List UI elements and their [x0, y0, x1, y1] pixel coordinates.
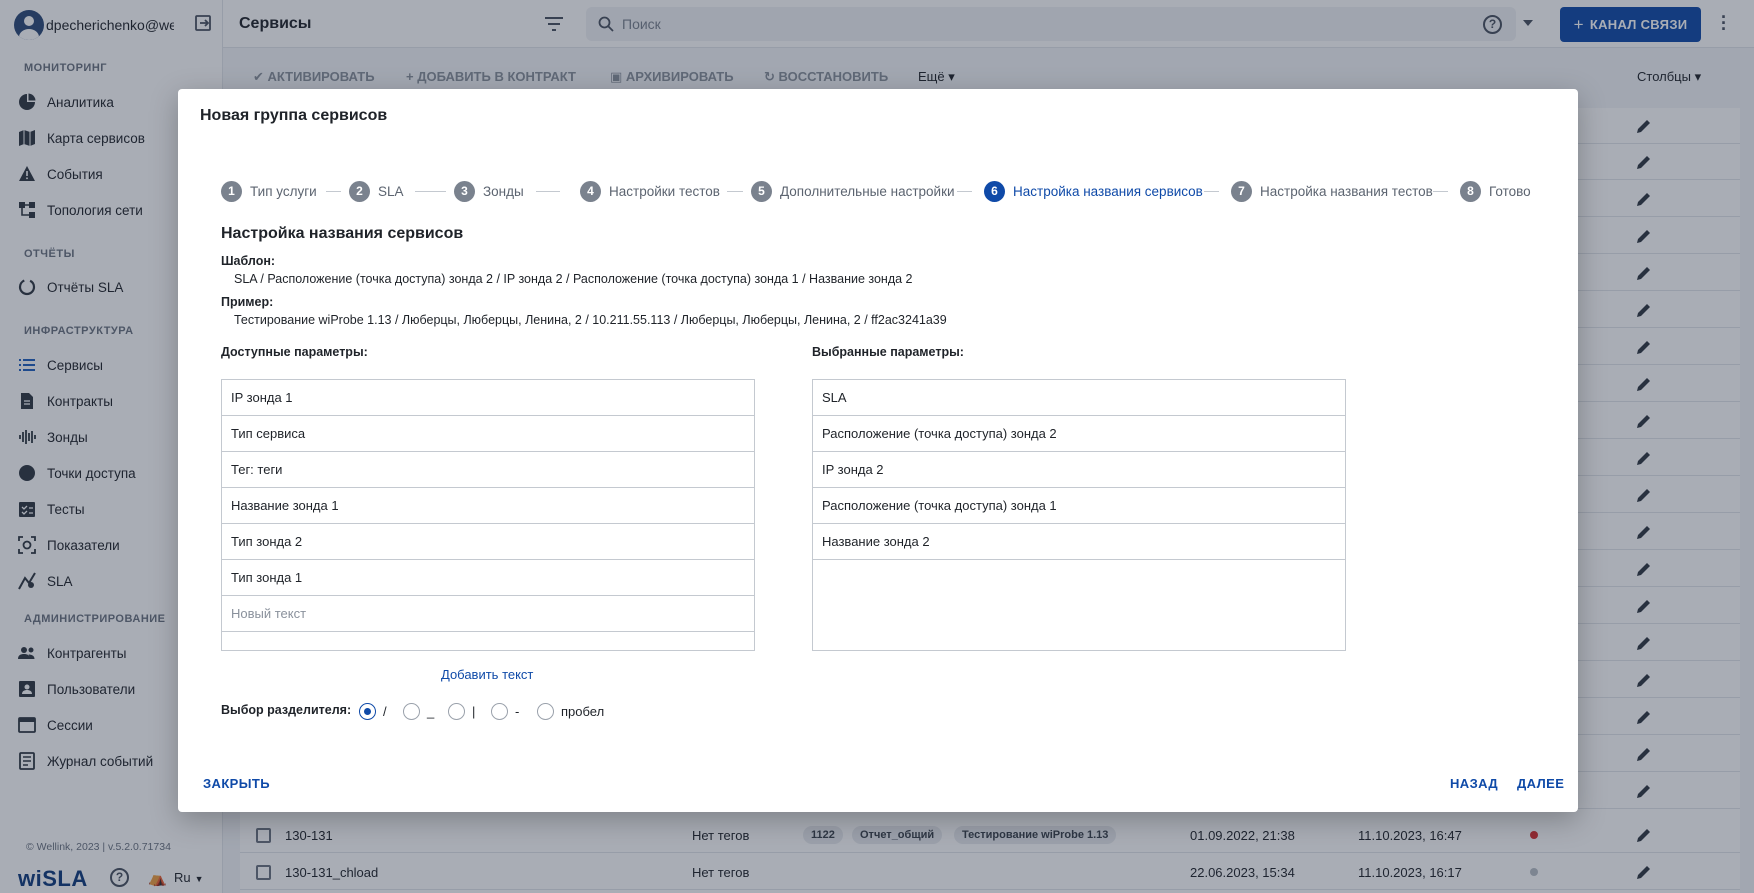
list-item[interactable]: Тип сервиса: [222, 416, 754, 452]
step-service-type[interactable]: 1 Тип услуги: [221, 180, 317, 202]
next-button[interactable]: ДАЛЕЕ: [1517, 776, 1564, 791]
separator-pipe-radio[interactable]: |: [448, 702, 475, 721]
list-item[interactable]: Тип зонда 2: [222, 524, 754, 560]
step-connector: [1204, 191, 1219, 192]
step-connector: [957, 191, 972, 192]
separator-underscore-radio[interactable]: _: [403, 702, 434, 721]
new-text-input[interactable]: [231, 596, 751, 630]
step-connector: [326, 191, 341, 192]
step-connector: [415, 191, 446, 192]
step-additional-settings[interactable]: 5 Дополнительные настройки: [751, 180, 955, 202]
list-item[interactable]: IP зонда 1: [222, 380, 754, 416]
selected-params-label: Выбранные параметры:: [812, 345, 964, 359]
list-item[interactable]: Расположение (точка доступа) зонда 1: [813, 488, 1345, 524]
step-test-naming[interactable]: 7 Настройка названия тестов: [1231, 180, 1433, 202]
available-params-list: IP зонда 1 Тип сервиса Тег: теги Названи…: [221, 379, 755, 651]
list-item[interactable]: Тег: теги: [222, 452, 754, 488]
selected-params-list: SLA Расположение (точка доступа) зонда 2…: [812, 379, 1346, 651]
step-sla[interactable]: 2 SLA: [349, 180, 404, 202]
list-item[interactable]: Расположение (точка доступа) зонда 2: [813, 416, 1345, 452]
back-button[interactable]: НАЗАД: [1450, 776, 1498, 791]
separator-label: Выбор разделителя:: [221, 703, 352, 717]
step-probes[interactable]: 3 Зонды: [454, 180, 524, 202]
new-text-row: [222, 596, 754, 632]
list-item[interactable]: Название зонда 2: [813, 524, 1345, 560]
list-item[interactable]: Название зонда 1: [222, 488, 754, 524]
template-label: Шаблон:: [221, 254, 276, 268]
template-value: SLA / Расположение (точка доступа) зонда…: [234, 272, 913, 286]
example-value: Тестирование wiProbe 1.13 / Люберцы, Люб…: [234, 313, 947, 327]
separator-dash-radio[interactable]: -: [491, 702, 519, 721]
new-service-group-dialog: Новая группа сервисов 1 Тип услуги 2 SLA 3…: [178, 89, 1578, 812]
separator-slash-radio[interactable]: /: [359, 702, 387, 721]
step-test-settings[interactable]: 4 Настройки тестов: [580, 180, 720, 202]
step-done[interactable]: 8 Готово: [1460, 180, 1531, 202]
wizard-stepper: 1 Тип услуги 2 SLA 3 Зонды 4 Настройки тесто…: [178, 180, 1578, 202]
close-button[interactable]: ЗАКРЫТЬ: [203, 776, 270, 791]
dialog-title: Новая группа сервисов: [200, 107, 388, 124]
list-item[interactable]: Тип зонда 1: [222, 560, 754, 596]
step-connector: [727, 191, 743, 192]
step-connector: [536, 191, 560, 192]
section-title: Настройка названия сервисов: [221, 225, 464, 242]
list-item[interactable]: IP зонда 2: [813, 452, 1345, 488]
list-item[interactable]: SLA: [813, 380, 1345, 416]
separator-space-radio[interactable]: пробел: [537, 702, 604, 721]
add-text-link[interactable]: Добавить текст: [441, 667, 533, 682]
example-label: Пример:: [221, 295, 274, 309]
available-params-label: Доступные параметры:: [221, 345, 368, 359]
step-service-naming[interactable]: 6 Настройка названия сервисов: [984, 180, 1203, 202]
step-connector: [1433, 191, 1448, 192]
